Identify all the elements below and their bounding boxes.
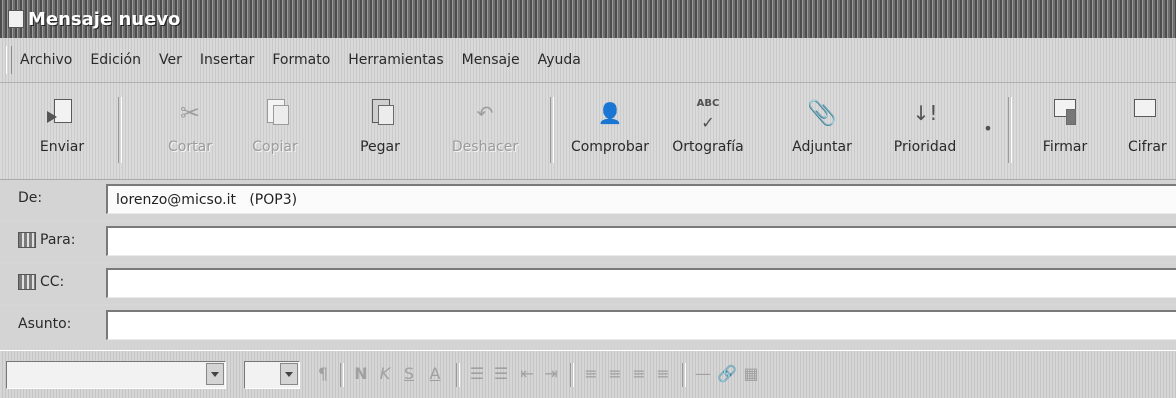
from-label: De: [18,190,43,206]
undo-label: Deshacer [451,139,519,155]
priority-dropdown[interactable]: • [978,91,998,171]
paste-icon [365,97,395,129]
from-row: De: lorenzo@micso.it (POP3) [0,180,1176,220]
title-bar[interactable]: Mensaje nuevo [0,0,1176,38]
encrypt-icon [1130,97,1160,129]
font-color-button[interactable]: A [424,363,446,385]
subject-field[interactable] [106,310,1176,340]
toolbar-separator [118,97,122,163]
spelling-icon: ABC ✓ [696,98,720,132]
font-size-select[interactable] [244,361,300,389]
paste-button[interactable]: Pegar [340,91,420,171]
menu-edicion[interactable]: Edición [90,52,141,68]
insert-picture-icon[interactable]: ▦ [740,363,762,385]
scissors-icon: ✂ [179,99,201,127]
format-bar: ¶ N K S A ☰ ☰ ⇤ ⇥ ≡ ≡ ≡ ≡ — 🔗 ▦ [0,350,1176,398]
chevron-down-icon[interactable] [206,363,224,385]
window-title: Mensaje nuevo [28,8,181,30]
sign-icon [1050,97,1080,129]
bold-button[interactable]: N [350,363,372,385]
window-icon [8,10,24,28]
check-names-label: Comprobar [570,139,650,155]
paste-label: Pegar [360,139,400,155]
paragraph-style-icon[interactable]: ¶ [312,363,334,385]
send-button[interactable]: Enviar [22,91,102,171]
menu-ver[interactable]: Ver [159,52,182,68]
copy-icon [260,97,290,129]
undo-icon: ↶ [476,101,494,125]
menu-mensaje[interactable]: Mensaje [462,52,520,68]
send-label: Enviar [39,139,85,155]
italic-button[interactable]: K [374,363,396,385]
subject-label: Asunto: [18,316,72,332]
menu-ayuda[interactable]: Ayuda [538,52,581,68]
menu-formato[interactable]: Formato [272,52,330,68]
cut-button[interactable]: ✂ Cortar [150,91,230,171]
check-names-icon: 👤 [597,101,623,125]
to-label-button[interactable]: Para: [18,232,75,248]
increase-indent-icon[interactable]: ⇥ [540,363,562,385]
menu-herramientas[interactable]: Herramientas [348,52,443,68]
compose-window: Mensaje nuevo Archivo Edición Ver Insert… [0,0,1176,398]
priority-button[interactable]: ↓! Prioridad [880,91,970,171]
copy-button[interactable]: Copiar [235,91,315,171]
format-separator [570,363,574,387]
sign-label: Firmar [1042,139,1088,155]
format-separator [340,363,344,387]
menu-insertar[interactable]: Insertar [200,52,255,68]
bullet-list-icon[interactable]: ☰ [490,363,512,385]
subject-row: Asunto: [0,306,1176,350]
underline-button[interactable]: S [398,363,420,385]
chevron-down-icon[interactable] [280,363,298,385]
encrypt-button[interactable]: Cifrar [1118,91,1176,171]
address-book-icon [18,274,36,290]
send-icon [47,97,77,129]
cut-label: Cortar [168,139,212,155]
menu-archivo[interactable]: Archivo [20,52,72,68]
menu-grip[interactable] [6,46,12,74]
cc-label: CC: [40,274,65,290]
to-row: Para: [0,222,1176,262]
to-label: Para: [40,232,76,248]
undo-button[interactable]: ↶ Deshacer [440,91,530,171]
priority-label: Prioridad [893,139,957,155]
horizontal-line-icon[interactable]: — [692,363,714,385]
from-field[interactable]: lorenzo@micso.it (POP3) [106,184,1176,214]
format-separator [682,363,686,387]
spelling-label: Ortografía [672,139,744,155]
menu-bar: Archivo Edición Ver Insertar Formato Her… [0,38,1176,83]
dropdown-dot-icon: • [983,119,993,138]
hyperlink-icon[interactable]: 🔗 [716,363,738,385]
check-names-button[interactable]: 👤 Comprobar [562,91,658,171]
numbered-list-icon[interactable]: ☰ [466,363,488,385]
sign-button[interactable]: Firmar [1030,91,1100,171]
toolbar-separator [550,97,554,163]
encrypt-label: Cifrar [1128,139,1167,155]
cc-field[interactable] [106,268,1176,298]
paperclip-icon: 📎 [807,99,837,127]
attach-label: Adjuntar [792,139,852,155]
address-book-icon [18,232,36,248]
align-right-icon[interactable]: ≡ [628,363,650,385]
cc-label-button[interactable]: CC: [18,274,64,290]
cc-row: CC: [0,264,1176,304]
copy-label: Copiar [252,139,298,155]
font-select[interactable] [6,361,226,389]
decrease-indent-icon[interactable]: ⇤ [516,363,538,385]
to-field[interactable] [106,226,1176,256]
toolbar: Enviar ✂ Cortar Copiar Pegar ↶ Deshacer … [0,83,1176,180]
attach-button[interactable]: 📎 Adjuntar [782,91,862,171]
priority-icon: ↓! [912,101,938,125]
spelling-button[interactable]: ABC ✓ Ortografía [664,91,752,171]
justify-icon[interactable]: ≡ [652,363,674,385]
toolbar-separator [1008,97,1012,163]
format-separator [456,363,460,387]
align-center-icon[interactable]: ≡ [604,363,626,385]
align-left-icon[interactable]: ≡ [580,363,602,385]
